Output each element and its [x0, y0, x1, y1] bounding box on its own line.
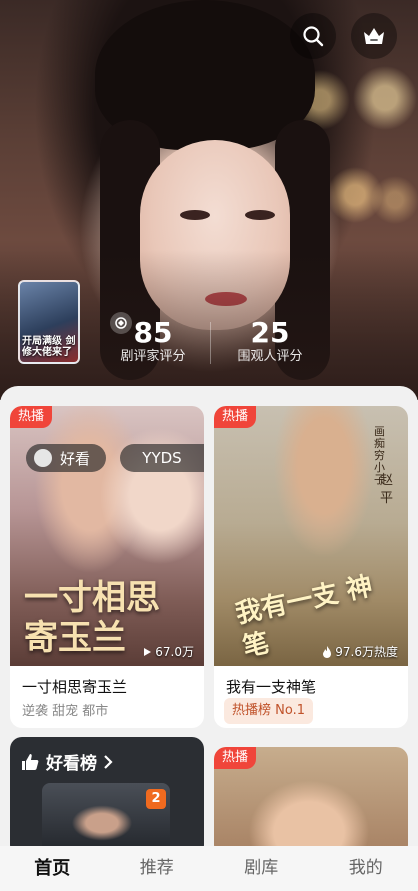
nav-item-profile[interactable]: 我的: [314, 846, 418, 891]
avatar: [34, 449, 52, 467]
audience-score: 25 围观人评分: [232, 318, 308, 366]
search-button[interactable]: [290, 13, 336, 59]
critic-score-value: 85: [133, 316, 173, 349]
rank-chip[interactable]: 热播榜 No.1: [224, 698, 313, 724]
hot-tag: 热播: [214, 747, 257, 769]
audience-score-value: 25: [250, 316, 290, 349]
poster-title-text: 开局满级 剑修大佬来了: [22, 336, 76, 358]
hot-tag: 热播: [10, 406, 53, 428]
drama-title: 我有一支神笔: [226, 678, 317, 696]
nav-item-home[interactable]: 首页: [0, 846, 105, 891]
good-pill-label: 好看: [60, 449, 91, 468]
drama-genres: 逆袭 甜宠 都市: [22, 704, 109, 719]
nav-item-library[interactable]: 剧库: [209, 846, 314, 891]
good-pill[interactable]: 好看: [26, 444, 106, 472]
critic-score-label: 剧评家评分: [120, 349, 186, 364]
heat-count-value: 97.6万热度: [335, 645, 398, 659]
drama-card[interactable]: 画痴穷小子 赵平 我有一支 神笔 97.6万热度 热播 我有一支神笔 热播榜 N…: [214, 406, 408, 728]
audience-score-label: 围观人评分: [237, 349, 303, 364]
page: 开局满级 剑修大佬来了 85 剧评家评分 25 围观人评分 好看 YYDS 一寸…: [0, 0, 418, 891]
view-count-value: 67.0万: [155, 645, 194, 659]
drama-card[interactable]: 好看 YYDS 一寸相思 寄玉兰 67.0万 热播 一寸相思寄玉兰 逆袭 甜宠 …: [10, 406, 204, 728]
heat-count: 97.6万热度: [322, 643, 398, 660]
crown-icon: [364, 28, 384, 44]
bottom-nav: 首页 推荐 剧库 我的: [0, 846, 418, 891]
good-list-header[interactable]: 好看榜: [20, 749, 113, 774]
nav-item-recommend[interactable]: 推荐: [105, 846, 210, 891]
yyds-pill[interactable]: YYDS: [120, 444, 204, 472]
good-list-card[interactable]: 好看榜 2: [10, 737, 204, 857]
drama-cover-image: 好看 YYDS 一寸相思 寄玉兰 67.0万: [10, 406, 204, 666]
cover-character-name: 赵平: [380, 473, 394, 506]
thumbs-up-icon: [22, 753, 39, 770]
play-icon: [144, 647, 152, 656]
drama-poster-thumbnail[interactable]: 开局满级 剑修大佬来了: [18, 280, 80, 364]
hero-eye-right: [245, 210, 275, 220]
flame-icon: [323, 645, 332, 658]
hero-eye-left: [180, 210, 210, 220]
search-icon: [303, 26, 324, 47]
drama-title: 一寸相思寄玉兰: [22, 678, 128, 696]
score-divider: [210, 322, 211, 364]
vip-button[interactable]: [351, 13, 397, 59]
critic-score: 85 剧评家评分: [118, 318, 188, 366]
hot-tag: 热播: [214, 406, 257, 428]
drama-feed: 好看 YYDS 一寸相思 寄玉兰 67.0万 热播 一寸相思寄玉兰 逆袭 甜宠 …: [0, 386, 418, 857]
chevron-right-icon: [104, 754, 113, 769]
drama-cover-image: 画痴穷小子 赵平 我有一支 神笔 97.6万热度: [214, 406, 408, 666]
view-count: 67.0万: [142, 643, 194, 660]
drama-card[interactable]: 热播: [214, 747, 408, 857]
rank-number-badge: 2: [146, 789, 166, 809]
good-list-title: 好看榜: [46, 754, 97, 774]
